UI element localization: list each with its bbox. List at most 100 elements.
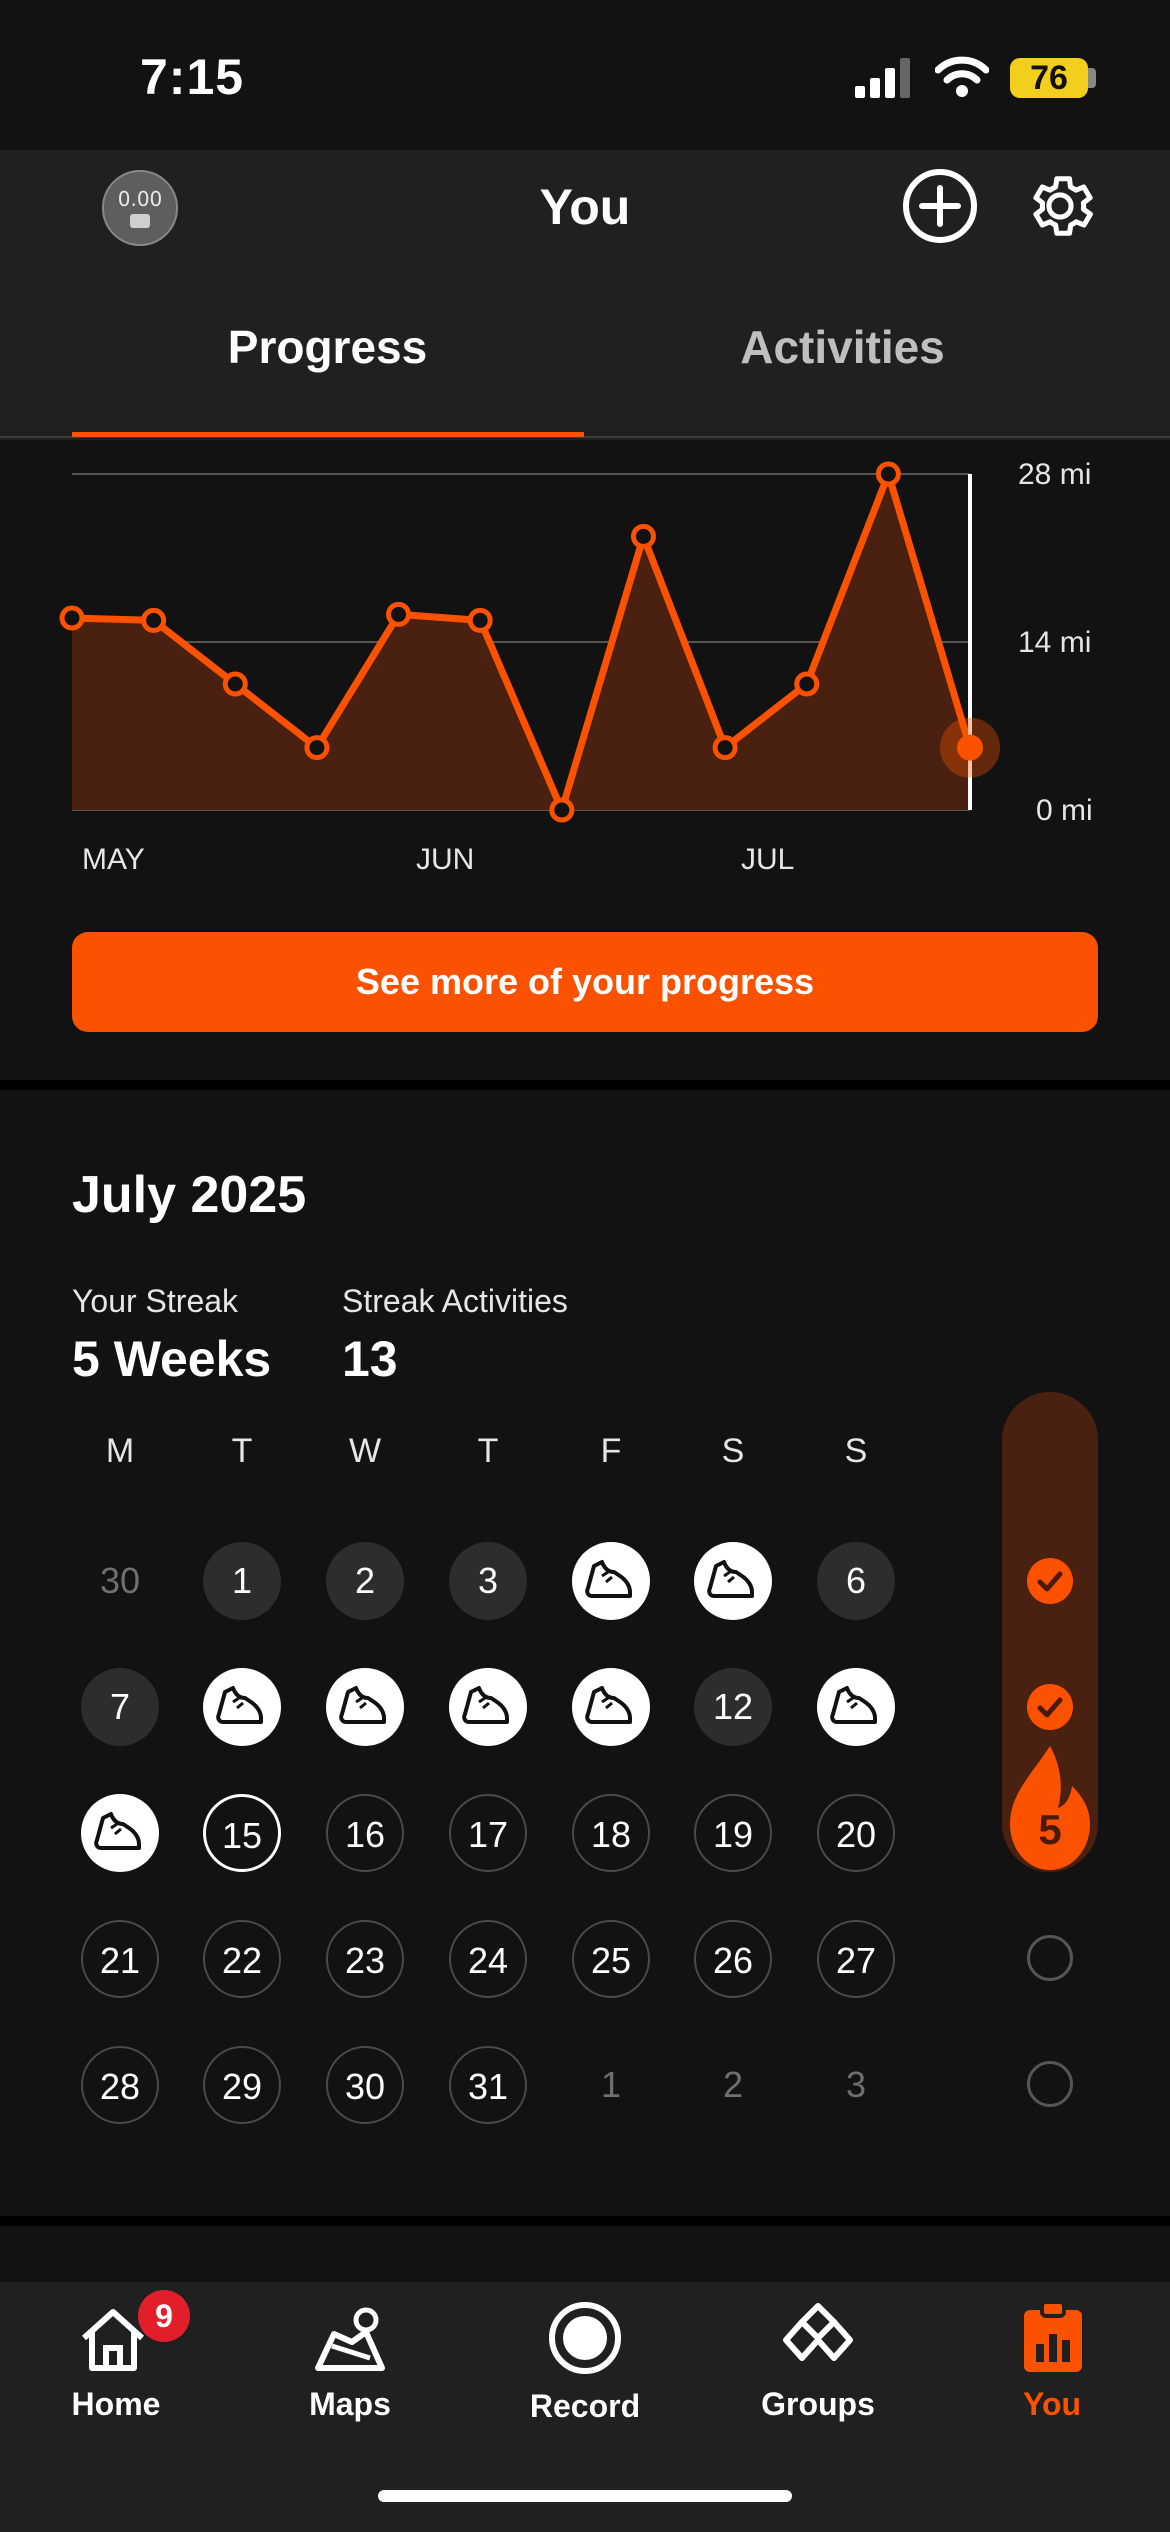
- calendar-day: 30: [99, 1560, 141, 1601]
- weekday-label: M: [105, 1432, 135, 1470]
- calendar-day-activity[interactable]: [203, 1668, 281, 1746]
- settings-gear-icon[interactable]: [1022, 168, 1098, 244]
- streak-count: 5: [1038, 1806, 1062, 1853]
- calendar-day[interactable]: 24: [449, 1920, 527, 1998]
- calendar-day[interactable]: 21: [81, 1920, 159, 1998]
- home-notification-badge: 9: [138, 2290, 190, 2342]
- streak-value: 5 Weeks: [72, 1331, 272, 1387]
- nav-maps[interactable]: [250, 2282, 450, 2452]
- nav-home-label: Home: [71, 2386, 161, 2422]
- calendar-day[interactable]: 25: [572, 1920, 650, 1998]
- calendar-day: 1: [600, 2064, 622, 2105]
- x-tick-label: JUL: [741, 843, 795, 876]
- chart-point: [222, 671, 248, 697]
- weekday-label: T: [477, 1432, 499, 1470]
- nav-groups-label: Groups: [761, 2386, 875, 2422]
- calendar-day[interactable]: 1: [203, 1542, 281, 1620]
- calendar-day[interactable]: 17: [449, 1794, 527, 1872]
- weekday-label: W: [348, 1432, 382, 1470]
- calendar-day[interactable]: 22: [203, 1920, 281, 1998]
- weekday-label: F: [600, 1432, 622, 1470]
- home-indicator: [378, 2490, 792, 2502]
- chart-point: [386, 601, 412, 627]
- run-shoe-icon: [339, 1686, 386, 1724]
- nav-record-label: Record: [529, 2388, 641, 2424]
- calendar-day: 3: [845, 2064, 867, 2105]
- chart-point: [875, 461, 901, 487]
- calendar-day[interactable]: 26: [694, 1920, 772, 1998]
- tab-progress[interactable]: Progress: [35, 320, 620, 374]
- weekly-distance-chart[interactable]: [0, 438, 1170, 858]
- run-shoe-icon: [585, 1686, 632, 1724]
- maps-icon: [315, 2307, 385, 2371]
- calendar-day-activity[interactable]: [81, 1794, 159, 1872]
- calendar-day[interactable]: 12: [694, 1668, 772, 1746]
- calendar-day-activity[interactable]: [694, 1542, 772, 1620]
- weekday-label: T: [231, 1432, 253, 1470]
- status-time: 7:15: [140, 49, 245, 105]
- chart-point: [712, 735, 738, 761]
- page-title: You: [539, 179, 631, 235]
- wifi-icon: [935, 56, 989, 97]
- streak-activities-value: 13: [342, 1331, 398, 1387]
- section-divider: [0, 1080, 1170, 1090]
- groups-icon: [783, 2303, 853, 2361]
- chart-point: [141, 607, 167, 633]
- chart-point: [549, 797, 575, 823]
- week-complete-check-icon: [1027, 1558, 1073, 1604]
- calendar-day-activity[interactable]: [449, 1668, 527, 1746]
- active-tab-indicator: [72, 432, 584, 437]
- battery-cap: [1088, 68, 1096, 88]
- calendar-day-activity[interactable]: [817, 1668, 895, 1746]
- add-icon[interactable]: [902, 168, 978, 244]
- weekday-label: S: [721, 1432, 745, 1470]
- run-shoe-icon: [707, 1560, 754, 1598]
- calendar-day[interactable]: 23: [326, 1920, 404, 1998]
- battery-indicator: 76: [1010, 58, 1088, 98]
- calendar-day[interactable]: 20: [817, 1794, 895, 1872]
- chart-point: [304, 735, 330, 761]
- calendar-day[interactable]: 19: [694, 1794, 772, 1872]
- nav-maps-label: Maps: [309, 2386, 391, 2422]
- nav-record[interactable]: [485, 2282, 685, 2452]
- calendar-day-activity[interactable]: [572, 1542, 650, 1620]
- streak-activities-label: Streak Activities: [342, 1283, 568, 1319]
- run-shoe-icon: [216, 1686, 263, 1724]
- week-incomplete-circle-icon: [1027, 2061, 1073, 2107]
- run-shoe-icon: [462, 1686, 509, 1724]
- calendar-month-title: July 2025: [72, 1166, 307, 1224]
- chart-point: [630, 523, 656, 549]
- section-divider: [0, 2216, 1170, 2226]
- calendar-day[interactable]: 27: [817, 1920, 895, 1998]
- nav-you[interactable]: [952, 2282, 1152, 2452]
- calendar-day[interactable]: 30: [326, 2046, 404, 2124]
- you-icon: [1024, 2300, 1082, 2372]
- calendar-day[interactable]: 29: [203, 2046, 281, 2124]
- calendar-day[interactable]: 31: [449, 2046, 527, 2124]
- nav-groups[interactable]: [718, 2282, 918, 2452]
- calendar-day[interactable]: 2: [326, 1542, 404, 1620]
- chart-point: [957, 734, 983, 761]
- tab-activities[interactable]: Activities: [550, 320, 1135, 374]
- see-more-progress-button[interactable]: See more of your progress: [72, 932, 1098, 1032]
- nav-you-label: You: [1022, 2386, 1082, 2422]
- chart-point: [794, 671, 820, 697]
- run-shoe-icon: [585, 1560, 632, 1598]
- calendar-day[interactable]: 3: [449, 1542, 527, 1620]
- calendar-day[interactable]: 28: [81, 2046, 159, 2124]
- calendar-day[interactable]: 7: [81, 1668, 159, 1746]
- run-shoe-icon: [94, 1812, 141, 1850]
- chart-point: [59, 605, 85, 631]
- x-tick-label: JUN: [416, 843, 475, 876]
- calendar-day[interactable]: 18: [572, 1794, 650, 1872]
- calendar-day-activity[interactable]: [572, 1668, 650, 1746]
- calendar-day-activity[interactable]: [326, 1668, 404, 1746]
- chart-point: [467, 607, 493, 633]
- weekday-label: S: [844, 1432, 868, 1470]
- calendar-day[interactable]: 15: [203, 1794, 281, 1872]
- calendar-day[interactable]: 6: [817, 1542, 895, 1620]
- record-icon: [549, 2302, 621, 2374]
- calendar-day[interactable]: 16: [326, 1794, 404, 1872]
- calendar-day: 2: [722, 2064, 744, 2105]
- week-complete-check-icon: [1027, 1684, 1073, 1730]
